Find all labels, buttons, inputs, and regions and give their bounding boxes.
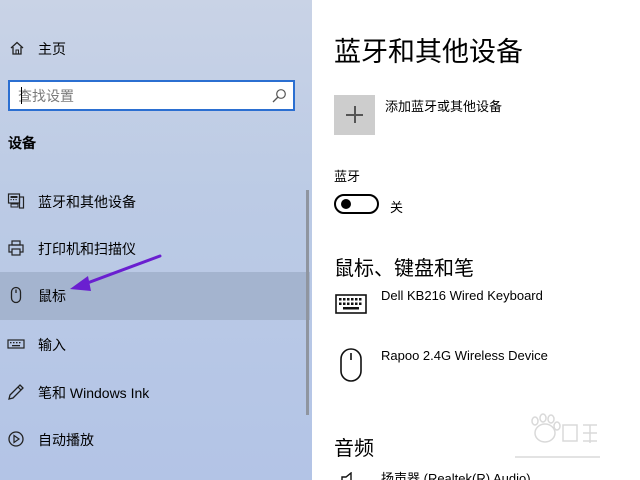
- mouse-icon: [10, 286, 22, 304]
- printer-icon: [8, 240, 24, 256]
- sidebar-item-label: 蓝牙和其他设备: [38, 194, 136, 210]
- sidebar-item-autoplay[interactable]: 自动播放: [0, 416, 310, 462]
- sidebar-item-label: 自动播放: [38, 432, 94, 448]
- add-device-button[interactable]: [334, 95, 375, 135]
- bluetooth-state: 关: [390, 200, 404, 215]
- sidebar: 主页 设备 蓝牙和其他设备 打印机和扫描仪: [0, 0, 312, 480]
- search-icon[interactable]: [271, 88, 287, 104]
- speaker-icon: [341, 472, 352, 480]
- bluetooth-toggle[interactable]: [334, 194, 379, 214]
- device-name: Rapoo 2.4G Wireless Device: [381, 348, 548, 363]
- bluetooth-devices-icon: [7, 193, 25, 209]
- search-box[interactable]: [8, 80, 295, 111]
- sidebar-item-typing[interactable]: 输入: [0, 321, 310, 367]
- mouse-icon: [340, 348, 362, 382]
- device-keyboard[interactable]: Dell KB216 Wired Keyboard: [334, 288, 634, 328]
- add-device-label[interactable]: 添加蓝牙或其他设备: [385, 96, 502, 115]
- keyboard-icon: [335, 294, 367, 314]
- sidebar-item-label: 笔和 Windows Ink: [38, 385, 150, 401]
- device-mouse[interactable]: Rapoo 2.4G Wireless Device: [334, 348, 634, 388]
- home-icon: [10, 41, 24, 55]
- section-title-audio: 音频: [334, 438, 374, 460]
- sidebar-item-bluetooth[interactable]: 蓝牙和其他设备: [0, 178, 310, 224]
- device-name: 扬声器 (Realtek(R) Audio): [381, 471, 531, 480]
- sidebar-item-pen[interactable]: 笔和 Windows Ink: [0, 369, 310, 415]
- sidebar-item-label: 输入: [38, 337, 66, 353]
- annotation-arrow: [70, 254, 162, 291]
- search-input[interactable]: [18, 86, 268, 105]
- section-title-mice: 鼠标、键盘和笔: [334, 258, 474, 280]
- section-title-devices: 设备: [8, 135, 36, 151]
- baidu-watermark-logo: [515, 413, 600, 458]
- toggle-knob: [341, 199, 351, 209]
- bluetooth-label: 蓝牙: [334, 169, 361, 184]
- pen-icon: [8, 384, 24, 400]
- page-title: 蓝牙和其他设备: [334, 37, 523, 67]
- text-caret: [21, 87, 22, 104]
- sidebar-scrollbar[interactable]: [306, 190, 309, 415]
- keyboard-icon: [7, 339, 25, 349]
- home-label: 主页: [38, 41, 66, 57]
- device-speaker[interactable]: 扬声器 (Realtek(R) Audio): [334, 466, 634, 480]
- device-name: Dell KB216 Wired Keyboard: [381, 288, 543, 303]
- plus-icon-vertical: [354, 106, 356, 123]
- home-nav-item[interactable]: 主页: [0, 28, 312, 68]
- autoplay-icon: [8, 431, 24, 447]
